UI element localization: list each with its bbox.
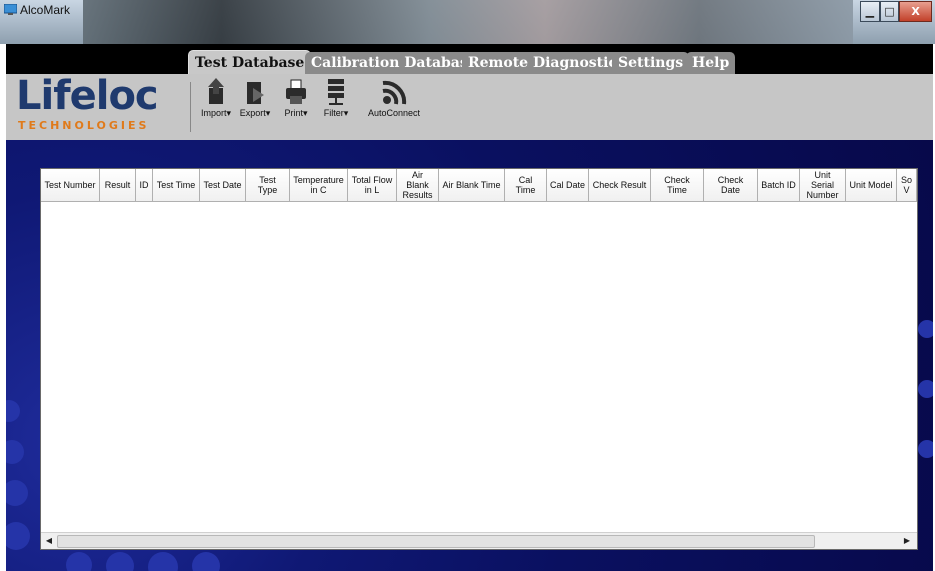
- horizontal-scrollbar[interactable]: ◀ ▶: [41, 532, 917, 549]
- column-header[interactable]: Check Time: [651, 169, 704, 201]
- decor-dot: [148, 552, 178, 571]
- minimize-icon: ▁: [865, 5, 875, 18]
- column-header[interactable]: Test Date: [200, 169, 246, 201]
- scroll-thumb[interactable]: [57, 535, 815, 548]
- logo-wordmark: Lifeloc: [16, 73, 159, 119]
- tab-help[interactable]: Help: [686, 52, 736, 74]
- app-frame: Test Database Calibration Database Remot…: [6, 44, 933, 571]
- export-button[interactable]: Export▾: [238, 78, 272, 119]
- column-header[interactable]: Result: [100, 169, 136, 201]
- minimize-button[interactable]: ▁: [860, 1, 880, 22]
- decor-dot: [918, 320, 933, 338]
- window-title-bar: AlcoMark ▁ □ X: [0, 0, 935, 44]
- ribbon-separator: [190, 82, 191, 132]
- filter-button[interactable]: Filter▾: [320, 78, 352, 119]
- ribbon-toolbar: Lifeloc TECHNOLOGIES Import▾ Export▾ Pri…: [6, 73, 933, 140]
- column-header[interactable]: Temperature in C: [290, 169, 348, 201]
- app-icon: [4, 4, 17, 15]
- workspace: Test Number Result ID Test Time Test Dat…: [6, 140, 933, 571]
- column-header[interactable]: Total Flow in L: [348, 169, 397, 201]
- column-header[interactable]: Check Result: [589, 169, 651, 201]
- decor-dot: [6, 400, 20, 422]
- tab-settings[interactable]: Settings: [612, 52, 690, 74]
- decor-dot: [192, 552, 220, 571]
- column-header[interactable]: Air Blank Results: [397, 169, 439, 201]
- close-button[interactable]: X: [899, 1, 933, 22]
- autoconnect-label: AutoConnect: [367, 108, 421, 118]
- column-header[interactable]: Unit Model: [846, 169, 897, 201]
- print-icon: [286, 79, 306, 104]
- filter-label: Filter▾: [323, 108, 349, 118]
- tab-remote-diagnostics[interactable]: Remote Diagnostics: [462, 52, 631, 74]
- decor-dot: [918, 380, 933, 398]
- column-header[interactable]: Test Number: [41, 169, 100, 201]
- column-header[interactable]: So V: [897, 169, 917, 201]
- lifeloc-logo: Lifeloc TECHNOLOGIES: [16, 73, 186, 135]
- print-button[interactable]: Print▾: [281, 78, 311, 119]
- column-header[interactable]: Air Blank Time: [439, 169, 505, 201]
- export-label: Export▾: [239, 108, 271, 118]
- autoconnect-button[interactable]: AutoConnect: [366, 78, 422, 118]
- grid-header: Test Number Result ID Test Time Test Dat…: [41, 169, 917, 202]
- decor-dot: [106, 552, 134, 571]
- column-header[interactable]: Cal Time: [505, 169, 547, 201]
- logo-tagline: TECHNOLOGIES: [18, 119, 150, 132]
- decor-dot: [6, 480, 28, 506]
- print-label: Print▾: [284, 108, 308, 118]
- filter-icon: [328, 79, 344, 105]
- scroll-left-icon[interactable]: ◀: [43, 535, 55, 547]
- scroll-right-icon[interactable]: ▶: [901, 535, 913, 547]
- import-icon: [208, 78, 224, 104]
- tab-test-database[interactable]: Test Database: [188, 50, 312, 75]
- close-icon: X: [911, 5, 920, 18]
- export-icon: [247, 82, 264, 104]
- test-database-grid[interactable]: Test Number Result ID Test Time Test Dat…: [40, 168, 918, 550]
- decor-dot: [918, 440, 933, 458]
- autoconnect-icon: [382, 80, 407, 105]
- column-header[interactable]: Cal Date: [547, 169, 589, 201]
- import-button[interactable]: Import▾: [200, 78, 232, 119]
- import-label: Import▾: [200, 108, 232, 118]
- window-controls: ▁ □ X: [860, 1, 933, 22]
- tab-strip: Test Database Calibration Database Remot…: [6, 44, 933, 75]
- column-header[interactable]: Check Date: [704, 169, 758, 201]
- decor-dot: [6, 440, 24, 464]
- column-header[interactable]: Test Time: [153, 169, 200, 201]
- decor-dot: [6, 522, 30, 550]
- column-header[interactable]: ID: [136, 169, 153, 201]
- column-header[interactable]: Batch ID: [758, 169, 800, 201]
- column-header[interactable]: Unit Serial Number: [800, 169, 846, 201]
- tab-calibration-database[interactable]: Calibration Database: [305, 52, 483, 74]
- maximize-button[interactable]: □: [879, 1, 900, 22]
- maximize-icon: □: [884, 5, 895, 18]
- column-header[interactable]: Test Type: [246, 169, 290, 201]
- title-bar-background: [83, 0, 853, 44]
- decor-dot: [66, 552, 92, 571]
- window-title: AlcoMark: [20, 3, 71, 17]
